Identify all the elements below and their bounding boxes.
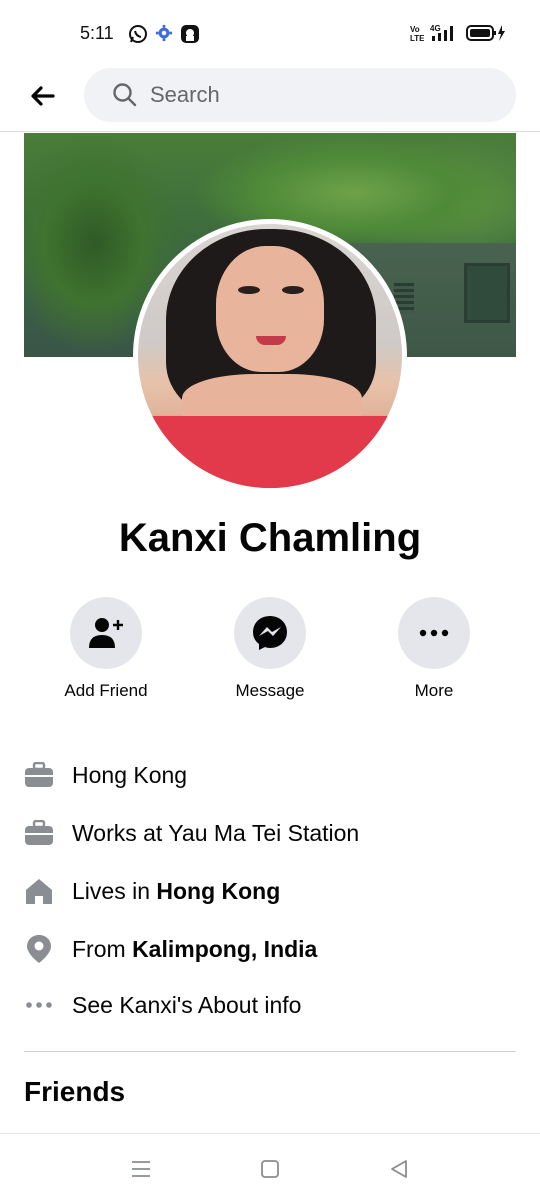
- 4g-signal-icon: 4G: [430, 23, 460, 48]
- whatsapp-icon: [128, 24, 148, 49]
- search-icon: [113, 83, 137, 107]
- notification-icon: [180, 24, 200, 49]
- add-friend-circle: [70, 597, 142, 669]
- info-row-from[interactable]: From Kalimpong, India: [24, 929, 516, 969]
- volte-icon: Vo LTE: [410, 24, 425, 47]
- briefcase-icon: [24, 760, 54, 790]
- back-nav-button[interactable]: [384, 1154, 414, 1184]
- status-right-icons: Vo LTE 4G: [410, 23, 508, 48]
- profile-actions: Add Friend Message More: [0, 597, 540, 707]
- more-dots-icon: [24, 990, 54, 1020]
- more-circle: [398, 597, 470, 669]
- briefcase-icon: [24, 818, 54, 848]
- back-button[interactable]: [24, 78, 60, 114]
- info-text: See Kanxi's About info: [72, 991, 302, 1018]
- triangle-back-icon: [391, 1160, 407, 1178]
- message-label: Message: [235, 681, 305, 700]
- menu-lines-icon: [132, 1161, 150, 1177]
- svg-text:Vo: Vo: [410, 25, 420, 34]
- add-friend-icon: [89, 618, 123, 648]
- info-row-lives-in[interactable]: Lives in Hong Kong: [24, 871, 516, 911]
- info-row-workplace[interactable]: Hong Kong: [24, 755, 516, 795]
- status-bar: 5:11 Vo LTE 4G: [0, 0, 540, 64]
- status-time: 5:11: [80, 23, 114, 43]
- info-text: Lives in Hong Kong: [72, 877, 281, 904]
- more-label: More: [414, 681, 454, 700]
- info-text: Hong Kong: [72, 761, 188, 788]
- section-divider: [24, 1051, 516, 1052]
- profile-name: Kanxi Chamling: [118, 516, 422, 560]
- home-button[interactable]: [255, 1154, 285, 1184]
- location-pin-icon: [24, 934, 54, 964]
- info-row-works-at[interactable]: Works at Yau Ma Tei Station: [24, 813, 516, 853]
- add-friend-label: Add Friend: [64, 681, 148, 700]
- search-input[interactable]: [150, 82, 490, 108]
- top-bar: [0, 64, 540, 132]
- recent-apps-button[interactable]: [126, 1154, 156, 1184]
- profile-picture[interactable]: [133, 219, 407, 493]
- back-arrow-icon: [31, 86, 55, 106]
- add-friend-button[interactable]: Add Friend: [46, 597, 166, 701]
- avatar-eye-right: [282, 286, 304, 294]
- messenger-icon: [253, 616, 287, 650]
- message-button[interactable]: Message: [210, 597, 330, 701]
- cover-window: [464, 263, 510, 323]
- avatar-mouth: [256, 336, 286, 345]
- more-icon: [419, 629, 449, 637]
- square-home-icon: [261, 1160, 279, 1178]
- gear-icon: [155, 24, 173, 47]
- svg-text:4G: 4G: [430, 24, 441, 33]
- see-about-info-link[interactable]: See Kanxi's About info: [24, 985, 516, 1025]
- message-circle: [234, 597, 306, 669]
- search-box[interactable]: [84, 68, 516, 122]
- avatar-eye-left: [238, 286, 260, 294]
- avatar-face: [216, 246, 324, 372]
- svg-text:LTE: LTE: [410, 34, 424, 42]
- friends-section-title: Friends: [24, 1076, 126, 1107]
- battery-charging-icon: [466, 23, 508, 48]
- info-text: Works at Yau Ma Tei Station: [72, 819, 360, 846]
- system-nav-bar: [0, 1133, 540, 1200]
- more-button[interactable]: More: [374, 597, 494, 701]
- avatar-top: [148, 416, 398, 488]
- info-text: From Kalimpong, India: [72, 935, 318, 962]
- home-icon: [24, 876, 54, 906]
